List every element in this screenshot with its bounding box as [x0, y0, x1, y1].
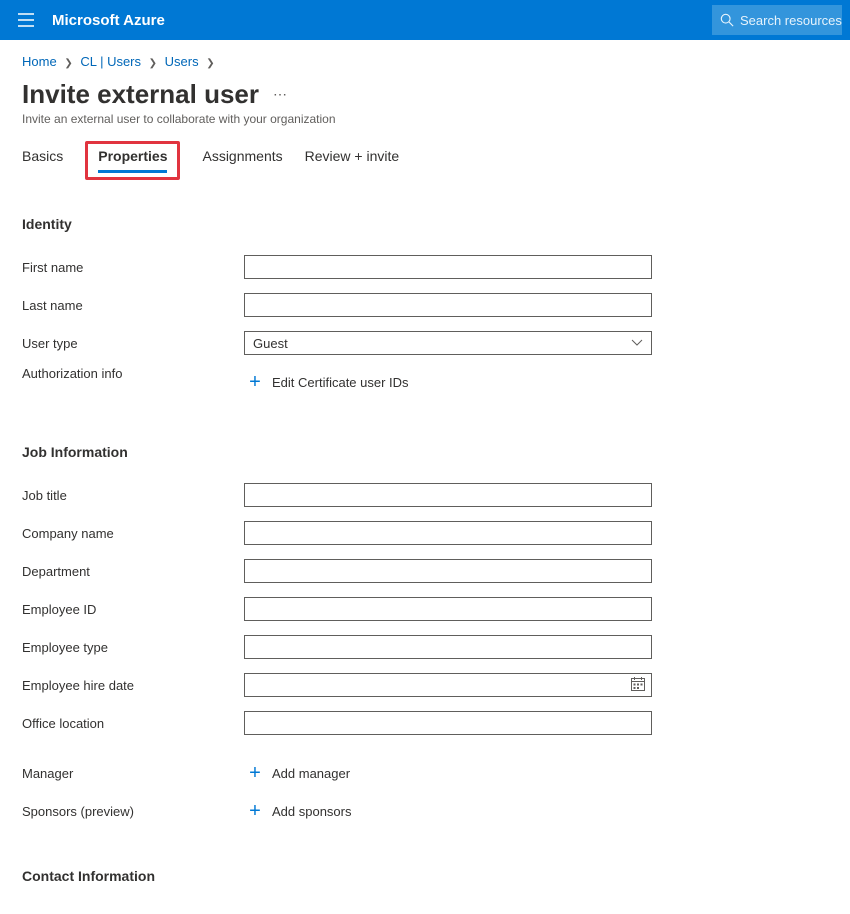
employee-type-input[interactable]: [244, 635, 652, 659]
plus-icon: +: [246, 801, 264, 821]
department-label: Department: [22, 564, 244, 579]
search-placeholder: Search resources: [740, 13, 842, 28]
office-location-input[interactable]: [244, 711, 652, 735]
manager-label: Manager: [22, 766, 244, 781]
employee-id-input[interactable]: [244, 597, 652, 621]
last-name-input[interactable]: [244, 293, 652, 317]
section-job-title: Job Information: [22, 444, 828, 460]
company-name-label: Company name: [22, 526, 244, 541]
user-type-value: Guest: [253, 336, 288, 351]
chevron-right-icon: ❯: [64, 58, 72, 69]
brand-label: Microsoft Azure: [52, 12, 165, 29]
add-sponsors-label: Add sponsors: [272, 804, 352, 819]
tab-assignments[interactable]: Assignments: [202, 148, 282, 180]
employee-hire-date-label: Employee hire date: [22, 678, 244, 693]
page-title: Invite external user: [22, 79, 259, 110]
breadcrumb: Home ❯ CL | Users ❯ Users ❯: [22, 54, 828, 69]
page-subtitle: Invite an external user to collaborate w…: [22, 112, 828, 126]
plus-icon: +: [246, 763, 264, 783]
chevron-right-icon: ❯: [149, 58, 157, 69]
search-input[interactable]: Search resources: [712, 5, 842, 35]
add-manager-button[interactable]: + Add manager: [244, 763, 350, 783]
plus-icon: +: [246, 372, 264, 392]
top-bar: Microsoft Azure Search resources: [0, 0, 850, 40]
job-title-input[interactable]: [244, 483, 652, 507]
chevron-right-icon: ❯: [206, 58, 214, 69]
first-name-label: First name: [22, 260, 244, 275]
breadcrumb-users[interactable]: Users: [165, 54, 199, 69]
office-location-label: Office location: [22, 716, 244, 731]
first-name-input[interactable]: [244, 255, 652, 279]
tab-properties[interactable]: Properties: [98, 148, 167, 173]
auth-info-label: Authorization info: [22, 366, 244, 381]
employee-id-label: Employee ID: [22, 602, 244, 617]
company-name-input[interactable]: [244, 521, 652, 545]
search-icon: [720, 13, 734, 27]
employee-type-label: Employee type: [22, 640, 244, 655]
highlight-box: Properties: [85, 141, 180, 180]
section-contact-title: Contact Information: [22, 868, 828, 884]
tabs: Basics Properties Assignments Review + i…: [22, 148, 828, 180]
breadcrumb-home[interactable]: Home: [22, 54, 57, 69]
edit-cert-label: Edit Certificate user IDs: [272, 375, 409, 390]
job-title-label: Job title: [22, 488, 244, 503]
tab-review-invite[interactable]: Review + invite: [305, 148, 400, 180]
section-identity-title: Identity: [22, 216, 828, 232]
user-type-select[interactable]: Guest: [244, 331, 652, 355]
add-manager-label: Add manager: [272, 766, 350, 781]
last-name-label: Last name: [22, 298, 244, 313]
employee-hire-date-input[interactable]: [244, 673, 652, 697]
more-actions-icon[interactable]: ⋯: [273, 86, 288, 103]
sponsors-label: Sponsors (preview): [22, 804, 244, 819]
department-input[interactable]: [244, 559, 652, 583]
add-sponsors-button[interactable]: + Add sponsors: [244, 801, 352, 821]
calendar-icon[interactable]: [630, 676, 646, 697]
content-area: Home ❯ CL | Users ❯ Users ❯ Invite exter…: [0, 40, 850, 914]
chevron-down-icon: [631, 336, 643, 350]
tab-basics[interactable]: Basics: [22, 148, 63, 180]
breadcrumb-cl-users[interactable]: CL | Users: [80, 54, 141, 69]
user-type-label: User type: [22, 336, 244, 351]
hamburger-menu-icon[interactable]: [14, 8, 38, 32]
edit-cert-user-ids-button[interactable]: + Edit Certificate user IDs: [244, 372, 409, 392]
